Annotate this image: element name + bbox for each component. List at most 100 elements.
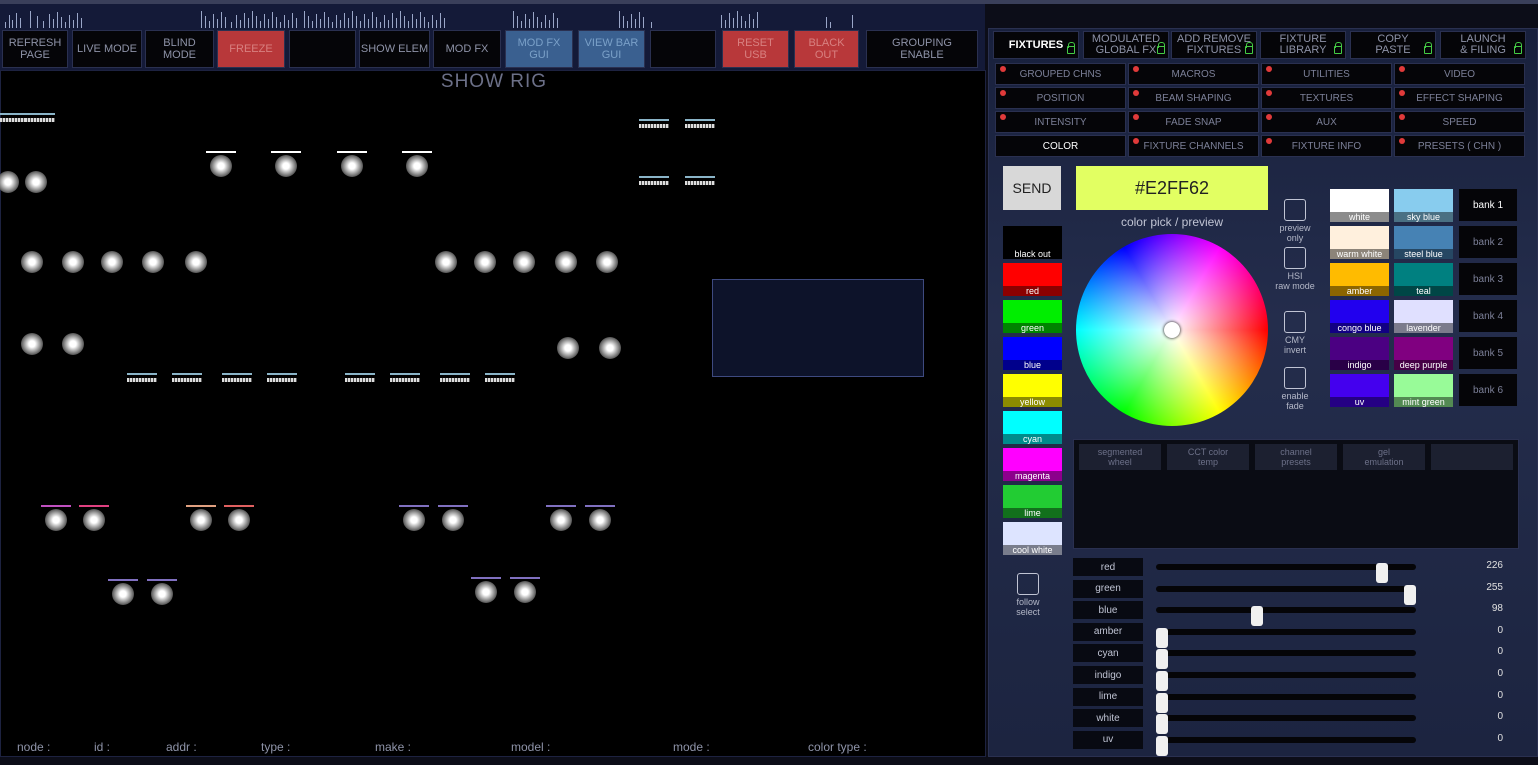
fixture-icon[interactable] — [399, 505, 429, 532]
bank-6[interactable]: bank 6 — [1459, 374, 1517, 406]
send-button[interactable]: SEND — [1003, 166, 1061, 210]
led-bar-fixture[interactable] — [440, 373, 470, 383]
swatch-18[interactable]: indigo — [1330, 337, 1389, 370]
swatch-4[interactable]: blue — [1003, 337, 1062, 370]
category-15[interactable]: FIXTURE INFO — [1261, 135, 1392, 157]
fixture-icon[interactable] — [62, 251, 84, 274]
led-bar-fixture[interactable] — [25, 113, 55, 123]
option-toggle-3[interactable]: CMY invert — [1272, 311, 1318, 355]
fixture-icon[interactable] — [596, 251, 618, 274]
slider-track[interactable] — [1156, 714, 1416, 735]
show-rig-canvas[interactable]: SHOW RIG node : id : addr : type : make : mod… — [0, 70, 986, 757]
follow-select-checkbox[interactable] — [1017, 573, 1039, 595]
fixture-icon[interactable] — [474, 251, 496, 274]
fixture-icon[interactable] — [471, 577, 501, 604]
swatch-1[interactable]: black out — [1003, 226, 1062, 259]
swatch-9[interactable]: cool white — [1003, 522, 1062, 555]
category-4[interactable]: VIDEO — [1394, 63, 1525, 85]
follow-select-toggle[interactable]: follow select — [1007, 573, 1049, 617]
category-9[interactable]: INTENSITY — [995, 111, 1126, 133]
fixture-icon[interactable] — [101, 251, 123, 274]
led-bar-fixture[interactable] — [685, 119, 715, 129]
category-5[interactable]: POSITION — [995, 87, 1126, 109]
fixture-icon[interactable] — [142, 251, 164, 274]
swatch-6[interactable]: cyan — [1003, 411, 1062, 444]
swatch-8[interactable]: lime — [1003, 485, 1062, 518]
tab-6[interactable]: LAUNCH & FILING — [1440, 31, 1526, 59]
toolbar-button-12[interactable]: BLACK OUT — [794, 30, 859, 68]
option-toggle-1[interactable]: preview only — [1272, 199, 1318, 243]
fixture-icon[interactable] — [337, 151, 367, 178]
fixture-icon[interactable] — [402, 151, 432, 178]
fixture-icon[interactable] — [41, 505, 71, 532]
fixture-icon[interactable] — [555, 251, 577, 274]
led-bar-fixture[interactable] — [485, 373, 515, 383]
toolbar-button-7[interactable]: MOD FX — [433, 30, 501, 68]
swatch-3[interactable]: green — [1003, 300, 1062, 333]
led-bar-fixture[interactable] — [345, 373, 375, 383]
slider-track[interactable] — [1156, 671, 1416, 691]
slider-track[interactable] — [1156, 563, 1416, 583]
category-2[interactable]: MACROS — [1128, 63, 1259, 85]
fixture-icon[interactable] — [21, 333, 43, 356]
option-checkbox[interactable] — [1284, 247, 1306, 269]
option-checkbox[interactable] — [1284, 367, 1306, 389]
led-bar-fixture[interactable] — [639, 119, 669, 129]
category-3[interactable]: UTILITIES — [1261, 63, 1392, 85]
category-7[interactable]: TEXTURES — [1261, 87, 1392, 109]
toolbar-button-3[interactable]: BLIND MODE — [145, 30, 214, 68]
category-1[interactable]: GROUPED CHNS — [995, 63, 1126, 85]
tool-button-2[interactable]: CCT color temp — [1167, 444, 1249, 470]
fixture-icon[interactable] — [147, 579, 177, 606]
bank-1[interactable]: bank 1 — [1459, 189, 1517, 221]
slider-track[interactable] — [1156, 735, 1416, 756]
category-12[interactable]: SPEED — [1394, 111, 1525, 133]
toolbar-button-9[interactable]: VIEW BAR GUI — [578, 30, 645, 68]
fixture-icon[interactable] — [557, 337, 579, 360]
led-bar-fixture[interactable] — [390, 373, 420, 383]
led-bar-fixture[interactable] — [172, 373, 202, 383]
fixture-icon[interactable] — [585, 505, 615, 532]
fixture-icon[interactable] — [224, 505, 254, 532]
tab-5[interactable]: COPY PASTE — [1350, 31, 1436, 59]
fixture-icon[interactable] — [21, 251, 43, 274]
swatch-20[interactable]: uv — [1330, 374, 1389, 407]
swatch-21[interactable]: mint green — [1394, 374, 1453, 407]
swatch-15[interactable]: teal — [1394, 263, 1453, 296]
toolbar-button-2[interactable]: LIVE MODE — [72, 30, 142, 68]
category-13[interactable]: COLOR — [995, 135, 1126, 157]
swatch-5[interactable]: yellow — [1003, 374, 1062, 407]
led-bar-fixture[interactable] — [639, 176, 669, 186]
bank-3[interactable]: bank 3 — [1459, 263, 1517, 295]
toolbar-button-8[interactable]: MOD FX GUI — [505, 30, 573, 68]
slider-track[interactable] — [1156, 584, 1416, 605]
fixture-icon[interactable] — [513, 251, 535, 274]
toolbar-button-4[interactable]: FREEZE — [217, 30, 285, 68]
led-bar-fixture[interactable] — [127, 373, 157, 383]
category-14[interactable]: FIXTURE CHANNELS — [1128, 135, 1259, 157]
swatch-11[interactable]: sky blue — [1394, 189, 1453, 222]
category-8[interactable]: EFFECT SHAPING — [1394, 87, 1525, 109]
led-bar-fixture[interactable] — [685, 176, 715, 186]
bank-2[interactable]: bank 2 — [1459, 226, 1517, 258]
toolbar-button-10[interactable] — [650, 30, 716, 68]
toolbar-button-6[interactable]: SHOW ELEM — [359, 30, 430, 68]
option-toggle-4[interactable]: enable fade — [1272, 367, 1318, 411]
swatch-10[interactable]: white — [1330, 189, 1389, 222]
fixture-icon[interactable] — [510, 577, 540, 604]
fixture-icon[interactable] — [271, 151, 301, 178]
swatch-13[interactable]: steel blue — [1394, 226, 1453, 259]
swatch-14[interactable]: amber — [1330, 263, 1389, 296]
led-bar-fixture[interactable] — [222, 373, 252, 383]
toolbar-button-13[interactable]: GROUPING ENABLE — [866, 30, 978, 68]
bank-5[interactable]: bank 5 — [1459, 337, 1517, 369]
slider-track[interactable] — [1156, 649, 1416, 670]
option-checkbox[interactable] — [1284, 199, 1306, 221]
led-bar-fixture[interactable] — [0, 113, 27, 123]
fixture-icon[interactable] — [599, 337, 621, 360]
tool-button-1[interactable]: segmented wheel — [1079, 444, 1161, 470]
tab-3[interactable]: ADD REMOVE FIXTURES — [1171, 31, 1257, 59]
swatch-12[interactable]: warm white — [1330, 226, 1389, 259]
fixture-icon[interactable] — [185, 251, 207, 274]
slider-knob[interactable] — [1156, 735, 1168, 756]
